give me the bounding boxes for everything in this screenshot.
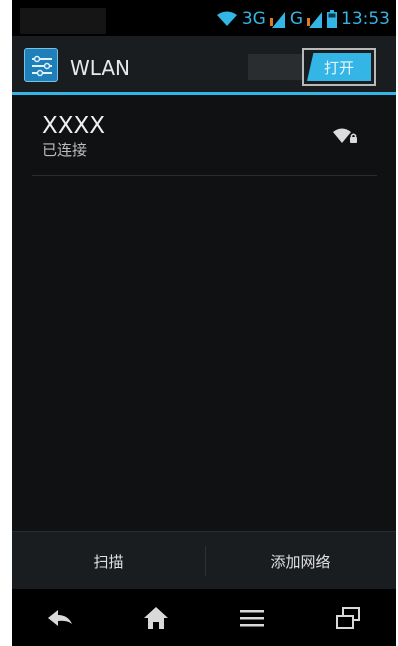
battery-icon — [327, 10, 337, 28]
wifi-status-icon — [216, 11, 237, 26]
network-g-label: G — [289, 9, 303, 29]
navigation-bar — [12, 589, 396, 646]
wifi-ssid: XXXX — [42, 113, 106, 139]
wifi-connection-status: 已连接 — [42, 141, 88, 159]
wifi-network-item[interactable]: XXXX 已连接 — [12, 95, 396, 176]
signal-icon-2 — [307, 12, 322, 28]
recent-apps-button[interactable] — [300, 589, 396, 646]
menu-button[interactable] — [204, 589, 300, 646]
phone-screen: 3G G 13:53 WLAN 打开 XXXX 已连接 扫描 添加网络 — [12, 0, 396, 646]
back-button[interactable] — [12, 589, 108, 646]
bottom-action-bar: 扫描 添加网络 — [12, 531, 396, 590]
back-icon — [48, 609, 72, 626]
status-bar: 3G G 13:53 — [12, 0, 396, 36]
settings-sliders-icon[interactable] — [24, 48, 58, 82]
home-icon — [144, 606, 168, 629]
status-indicators: 3G G 13:53 — [216, 7, 390, 31]
status-left-area — [20, 8, 106, 34]
list-divider — [32, 175, 377, 176]
status-time: 13:53 — [341, 9, 390, 29]
wifi-locked-icon — [333, 128, 357, 143]
wlan-toggle[interactable]: 打开 — [302, 48, 376, 86]
scan-button[interactable]: 扫描 — [12, 532, 205, 590]
page-title: WLAN — [70, 56, 131, 80]
network-3g-label: 3G — [241, 9, 266, 29]
wifi-list-area: XXXX 已连接 — [12, 95, 396, 531]
menu-icon — [240, 609, 264, 626]
signal-icon — [269, 12, 285, 28]
add-network-button[interactable]: 添加网络 — [205, 532, 396, 590]
toggle-track — [248, 54, 308, 80]
home-button[interactable] — [108, 589, 204, 646]
wlan-toggle-label: 打开 — [307, 53, 371, 81]
recent-apps-icon — [336, 606, 360, 629]
